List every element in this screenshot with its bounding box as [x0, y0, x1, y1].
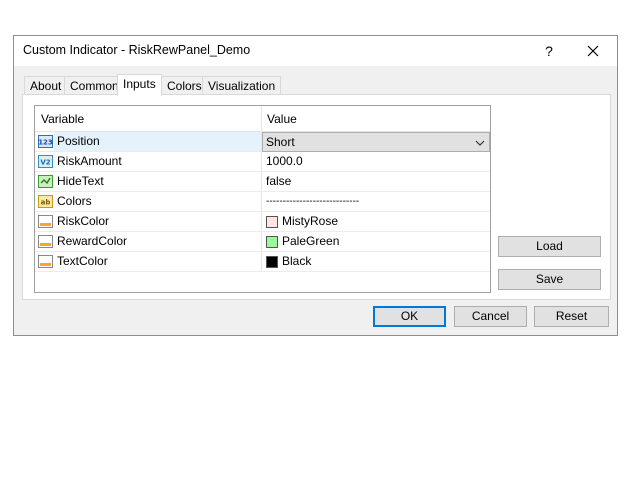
- header-value[interactable]: Value: [261, 106, 297, 132]
- tab-common[interactable]: Common: [64, 76, 125, 95]
- int-icon: 123: [38, 134, 53, 149]
- variable-value[interactable]: ----------------------------: [266, 192, 359, 211]
- title-bar[interactable]: Custom Indicator - RiskRewPanel_Demo ?: [14, 36, 617, 66]
- variable-value[interactable]: MistyRose: [282, 212, 338, 231]
- color-swatch: [266, 256, 278, 268]
- tab-inputs[interactable]: Inputs: [117, 74, 162, 96]
- help-icon[interactable]: ?: [537, 36, 561, 66]
- input-row-colors[interactable]: ab Colors ----------------------------: [35, 192, 490, 212]
- variable-name: RiskColor: [57, 214, 110, 228]
- chevron-down-icon: [475, 137, 485, 151]
- variable-name: Colors: [57, 194, 92, 208]
- variable-value[interactable]: Black: [282, 252, 311, 271]
- inputs-panel: Variable Value 123 Position Short V2 Ris…: [22, 94, 611, 300]
- color-swatch: [266, 236, 278, 248]
- input-row-riskcolor[interactable]: RiskColor MistyRose: [35, 212, 490, 232]
- color-icon: [38, 234, 53, 249]
- variable-name: RiskAmount: [57, 154, 122, 168]
- svg-text:ab: ab: [41, 199, 51, 207]
- variable-name: HideText: [57, 174, 104, 188]
- reset-button[interactable]: Reset: [534, 306, 609, 327]
- cancel-button[interactable]: Cancel: [454, 306, 527, 327]
- grid-header: Variable Value: [35, 106, 490, 132]
- svg-text:V2: V2: [40, 159, 50, 167]
- variable-value[interactable]: PaleGreen: [282, 232, 339, 251]
- custom-indicator-dialog: Custom Indicator - RiskRewPanel_Demo ? A…: [13, 35, 618, 336]
- load-button[interactable]: Load: [498, 236, 601, 257]
- input-row-hidetext[interactable]: HideText false: [35, 172, 490, 192]
- color-icon: [38, 254, 53, 269]
- window-title: Custom Indicator - RiskRewPanel_Demo: [23, 43, 251, 57]
- variable-name: TextColor: [57, 254, 108, 268]
- tab-about[interactable]: About: [24, 76, 68, 95]
- input-row-riskamount[interactable]: V2 RiskAmount 1000.0: [35, 152, 490, 172]
- color-swatch: [266, 216, 278, 228]
- bool-icon: [38, 174, 53, 189]
- variable-name: Position: [57, 134, 100, 148]
- variable-value[interactable]: 1000.0: [266, 152, 303, 171]
- position-dropdown[interactable]: Short: [262, 132, 490, 152]
- color-icon: [38, 214, 53, 229]
- header-variable[interactable]: Variable: [35, 106, 84, 132]
- svg-text:123: 123: [38, 139, 53, 147]
- tab-visualization[interactable]: Visualization: [202, 76, 282, 95]
- input-row-textcolor[interactable]: TextColor Black: [35, 252, 490, 272]
- save-button[interactable]: Save: [498, 269, 601, 290]
- input-row-position[interactable]: 123 Position Short: [35, 132, 490, 152]
- ok-button[interactable]: OK: [373, 306, 446, 327]
- double-icon: V2: [38, 154, 53, 169]
- string-icon: ab: [38, 194, 53, 209]
- close-icon[interactable]: [581, 36, 605, 66]
- input-row-rewardcolor[interactable]: RewardColor PaleGreen: [35, 232, 490, 252]
- inputs-grid: Variable Value 123 Position Short V2 Ris…: [34, 105, 491, 293]
- tab-colors[interactable]: Colors: [161, 76, 208, 95]
- variable-value[interactable]: false: [266, 172, 291, 191]
- dropdown-value: Short: [266, 135, 295, 149]
- variable-name: RewardColor: [57, 234, 128, 248]
